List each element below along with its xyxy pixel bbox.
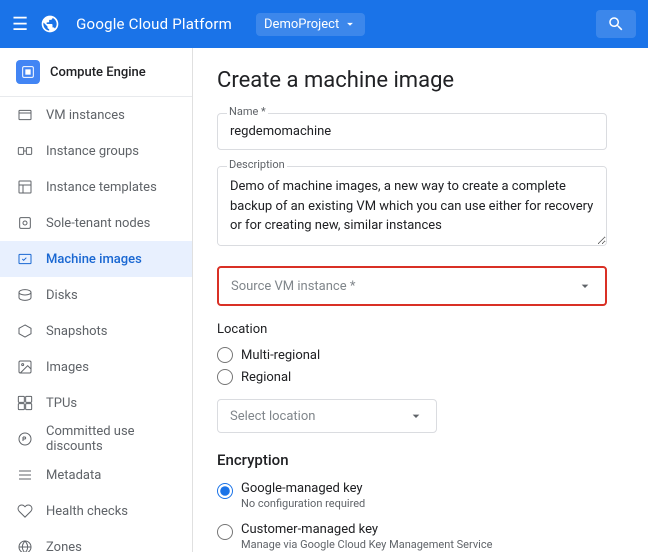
sidebar-label-instance-groups: Instance groups (46, 144, 139, 159)
multi-regional-radio[interactable] (217, 347, 233, 363)
compute-engine-icon (16, 60, 40, 84)
description-field: Description Demo of machine images, a ne… (217, 166, 624, 250)
metadata-icon (16, 466, 34, 484)
multi-regional-label: Multi-regional (241, 348, 320, 363)
google-managed-content: Google-managed key No configuration requ… (241, 481, 365, 510)
source-vm-dropdown[interactable]: Source VM instance * (217, 266, 607, 306)
instance-groups-icon (16, 142, 34, 160)
sidebar-item-committed-discounts[interactable]: Committed use discounts (0, 421, 192, 457)
disks-icon (16, 286, 34, 304)
description-label: Description (227, 158, 287, 171)
main-content: Create a machine image Name * Descriptio… (193, 48, 648, 552)
sole-tenant-icon (16, 214, 34, 232)
regional-radio[interactable] (217, 369, 233, 385)
sidebar-item-health-checks[interactable]: Health checks (0, 493, 192, 529)
top-nav: ☰ Google Cloud Platform DemoProject (0, 0, 648, 48)
customer-managed-option[interactable]: Customer-managed key Manage via Google C… (217, 522, 624, 551)
google-managed-sub: No configuration required (241, 497, 365, 510)
select-location-dropdown-icon (408, 408, 424, 424)
sidebar-label-snapshots: Snapshots (46, 324, 108, 339)
customer-managed-radio[interactable] (217, 524, 233, 540)
select-location-dropdown[interactable]: Select location (217, 399, 437, 433)
sidebar-item-machine-images[interactable]: Machine images (0, 241, 192, 277)
customer-managed-content: Customer-managed key Manage via Google C… (241, 522, 492, 551)
select-location-placeholder: Select location (230, 409, 315, 424)
sidebar-item-sole-tenant[interactable]: Sole-tenant nodes (0, 205, 192, 241)
sidebar-item-snapshots[interactable]: Snapshots (0, 313, 192, 349)
customer-managed-sub: Manage via Google Cloud Key Management S… (241, 538, 492, 551)
multi-regional-option[interactable]: Multi-regional (217, 347, 624, 363)
sidebar-label-disks: Disks (46, 288, 78, 303)
project-name: DemoProject (264, 17, 339, 32)
vm-instances-icon (16, 106, 34, 124)
name-input[interactable] (217, 113, 607, 150)
zones-icon (16, 538, 34, 552)
instance-templates-icon (16, 178, 34, 196)
regional-option[interactable]: Regional (217, 369, 624, 385)
images-icon (16, 358, 34, 376)
sidebar-label-images: Images (46, 360, 89, 375)
google-managed-radio[interactable] (217, 483, 233, 499)
tpus-icon (16, 394, 34, 412)
project-dropdown-icon (343, 17, 357, 31)
sidebar-item-disks[interactable]: Disks (0, 277, 192, 313)
machine-images-icon (16, 250, 34, 268)
sidebar-label-zones: Zones (46, 540, 82, 552)
project-selector[interactable]: DemoProject (256, 13, 365, 36)
app-title: Google Cloud Platform (76, 15, 232, 33)
sidebar-product-name: Compute Engine (50, 65, 146, 80)
google-managed-option[interactable]: Google-managed key No configuration requ… (217, 481, 624, 510)
sidebar-label-instance-templates: Instance templates (46, 180, 157, 195)
sidebar-header: Compute Engine (0, 48, 192, 97)
sidebar-label-machine-images: Machine images (46, 252, 142, 267)
sidebar-label-sole-tenant: Sole-tenant nodes (46, 216, 150, 231)
sidebar-label-health-checks: Health checks (46, 504, 128, 519)
search-button[interactable] (596, 10, 636, 38)
name-label: Name * (227, 105, 268, 118)
source-vm-dropdown-icon (577, 278, 593, 294)
location-radio-group: Multi-regional Regional (217, 347, 624, 385)
regional-label: Regional (241, 370, 291, 385)
app-layout: Compute Engine VM instances Instance gro… (0, 48, 648, 552)
sidebar-label-vm-instances: VM instances (46, 108, 125, 123)
sidebar-item-instance-templates[interactable]: Instance templates (0, 169, 192, 205)
search-icon (607, 15, 625, 33)
sidebar-label-committed-discounts: Committed use discounts (46, 424, 176, 454)
description-textarea[interactable]: Demo of machine images, a new way to cre… (217, 166, 607, 246)
sidebar-item-instance-groups[interactable]: Instance groups (0, 133, 192, 169)
page-title: Create a machine image (217, 68, 624, 93)
sidebar-item-zones[interactable]: Zones (0, 529, 192, 552)
google-managed-label: Google-managed key (241, 481, 365, 496)
sidebar-label-metadata: Metadata (46, 468, 101, 483)
encryption-title: Encryption (217, 451, 624, 469)
health-checks-icon (16, 502, 34, 520)
sidebar-item-images[interactable]: Images (0, 349, 192, 385)
menu-icon[interactable]: ☰ (12, 14, 28, 35)
sidebar: Compute Engine VM instances Instance gro… (0, 48, 193, 552)
customer-managed-label: Customer-managed key (241, 522, 492, 537)
sidebar-item-tpus[interactable]: TPUs (0, 385, 192, 421)
sidebar-item-vm-instances[interactable]: VM instances (0, 97, 192, 133)
committed-discounts-icon (16, 430, 34, 448)
sidebar-label-tpus: TPUs (46, 396, 77, 411)
source-vm-label: Source VM instance * (231, 279, 355, 294)
create-machine-image-form: Name * Description Demo of machine image… (217, 113, 624, 552)
location-section-label: Location (217, 322, 624, 337)
name-field: Name * (217, 113, 624, 150)
google-cloud-logo-icon (40, 14, 60, 34)
snapshots-icon (16, 322, 34, 340)
sidebar-item-metadata[interactable]: Metadata (0, 457, 192, 493)
